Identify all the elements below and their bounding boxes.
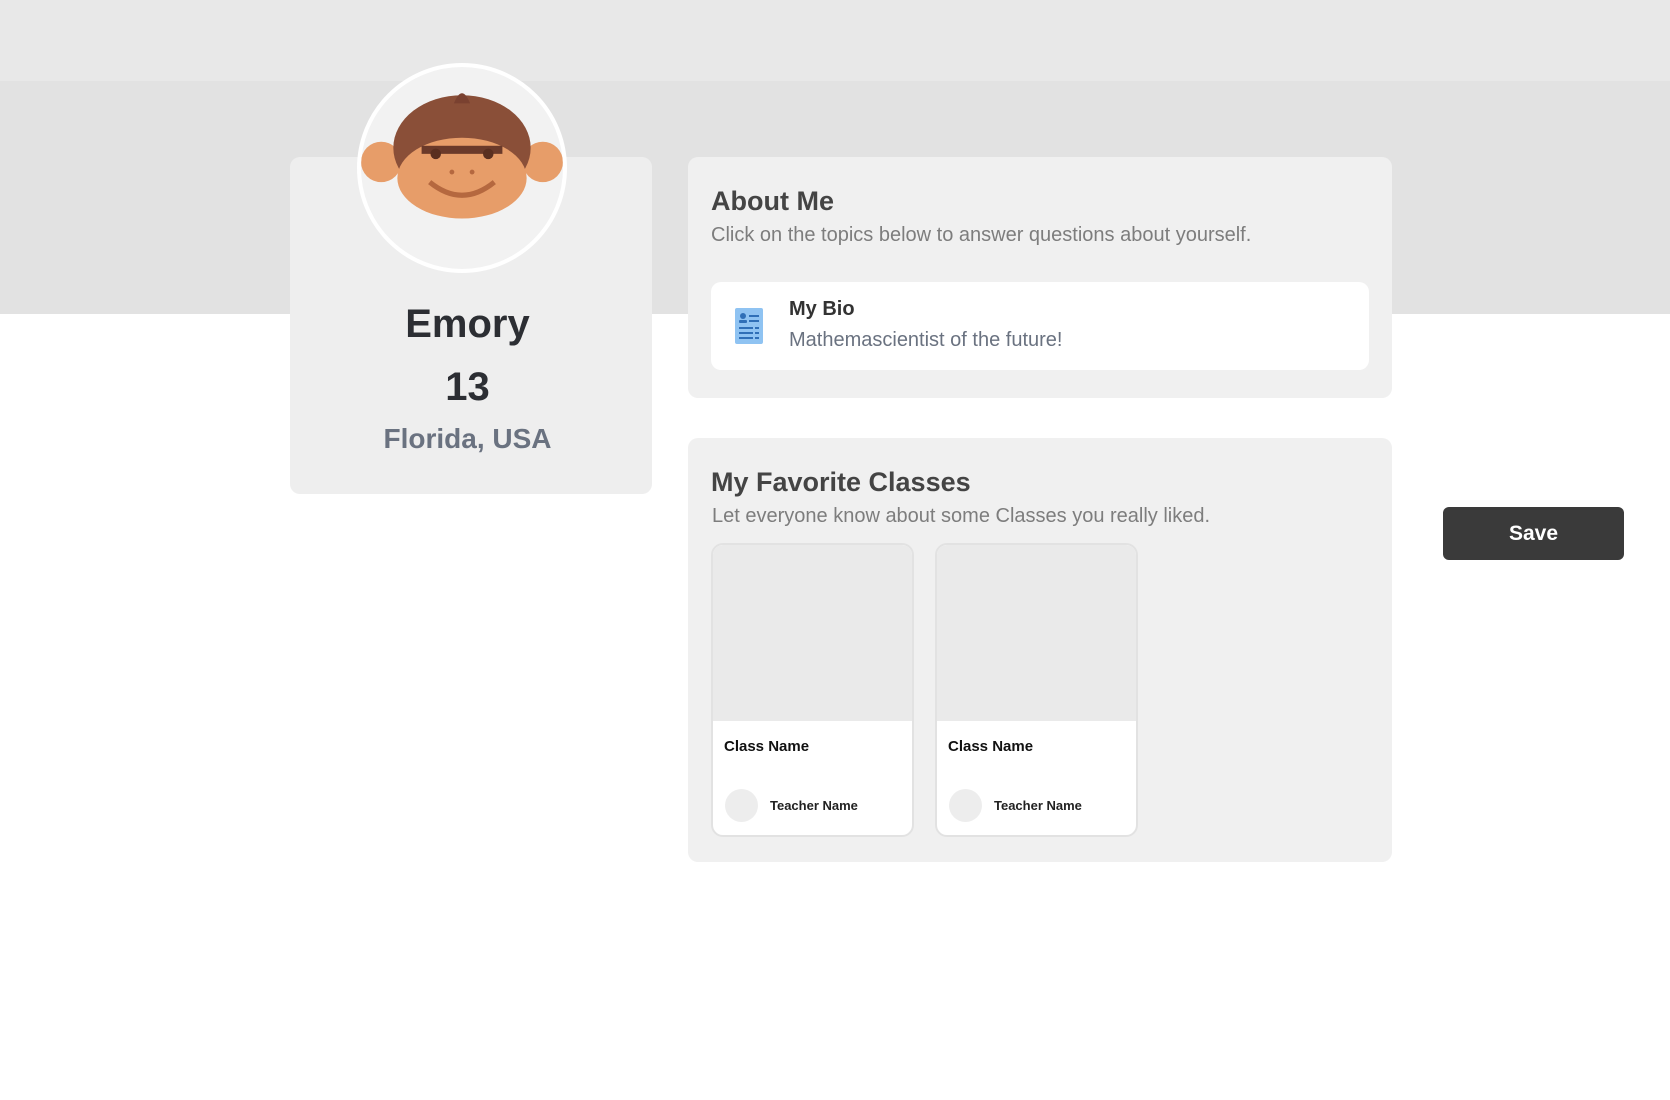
teacher-name: Teacher Name [770, 798, 858, 813]
class-card[interactable]: Class Name Teacher Name [711, 543, 914, 837]
bio-topic-card[interactable] [711, 282, 1369, 370]
about-me-title: About Me [711, 186, 834, 216]
monkey-face-graphic [361, 93, 563, 219]
bio-text: Mathemascientist of the future! [789, 329, 1063, 351]
class-name: Class Name [724, 738, 810, 755]
profile-name: Emory [405, 302, 530, 346]
teacher-avatar [949, 789, 982, 822]
class-card[interactable]: Class Name Teacher Name [935, 543, 1138, 837]
class-name: Class Name [948, 738, 1034, 755]
favorite-classes-title: My Favorite Classes [711, 467, 971, 497]
class-thumbnail [937, 545, 1136, 721]
teacher-avatar [725, 789, 758, 822]
profile-age: 13 [445, 365, 490, 409]
class-thumbnail [713, 545, 912, 721]
favorite-classes-subtitle: Let everyone know about some Classes you… [712, 505, 1211, 527]
bio-title: My Bio [789, 298, 855, 320]
save-button[interactable]: Save [1443, 507, 1624, 560]
teacher-name: Teacher Name [994, 798, 1082, 813]
profile-location: Florida, USA [383, 423, 552, 454]
monkey-avatar-icon[interactable] [357, 63, 567, 273]
about-me-subtitle: Click on the topics below to answer ques… [711, 224, 1252, 246]
top-strip [0, 0, 1670, 81]
bio-document-icon [735, 308, 763, 344]
